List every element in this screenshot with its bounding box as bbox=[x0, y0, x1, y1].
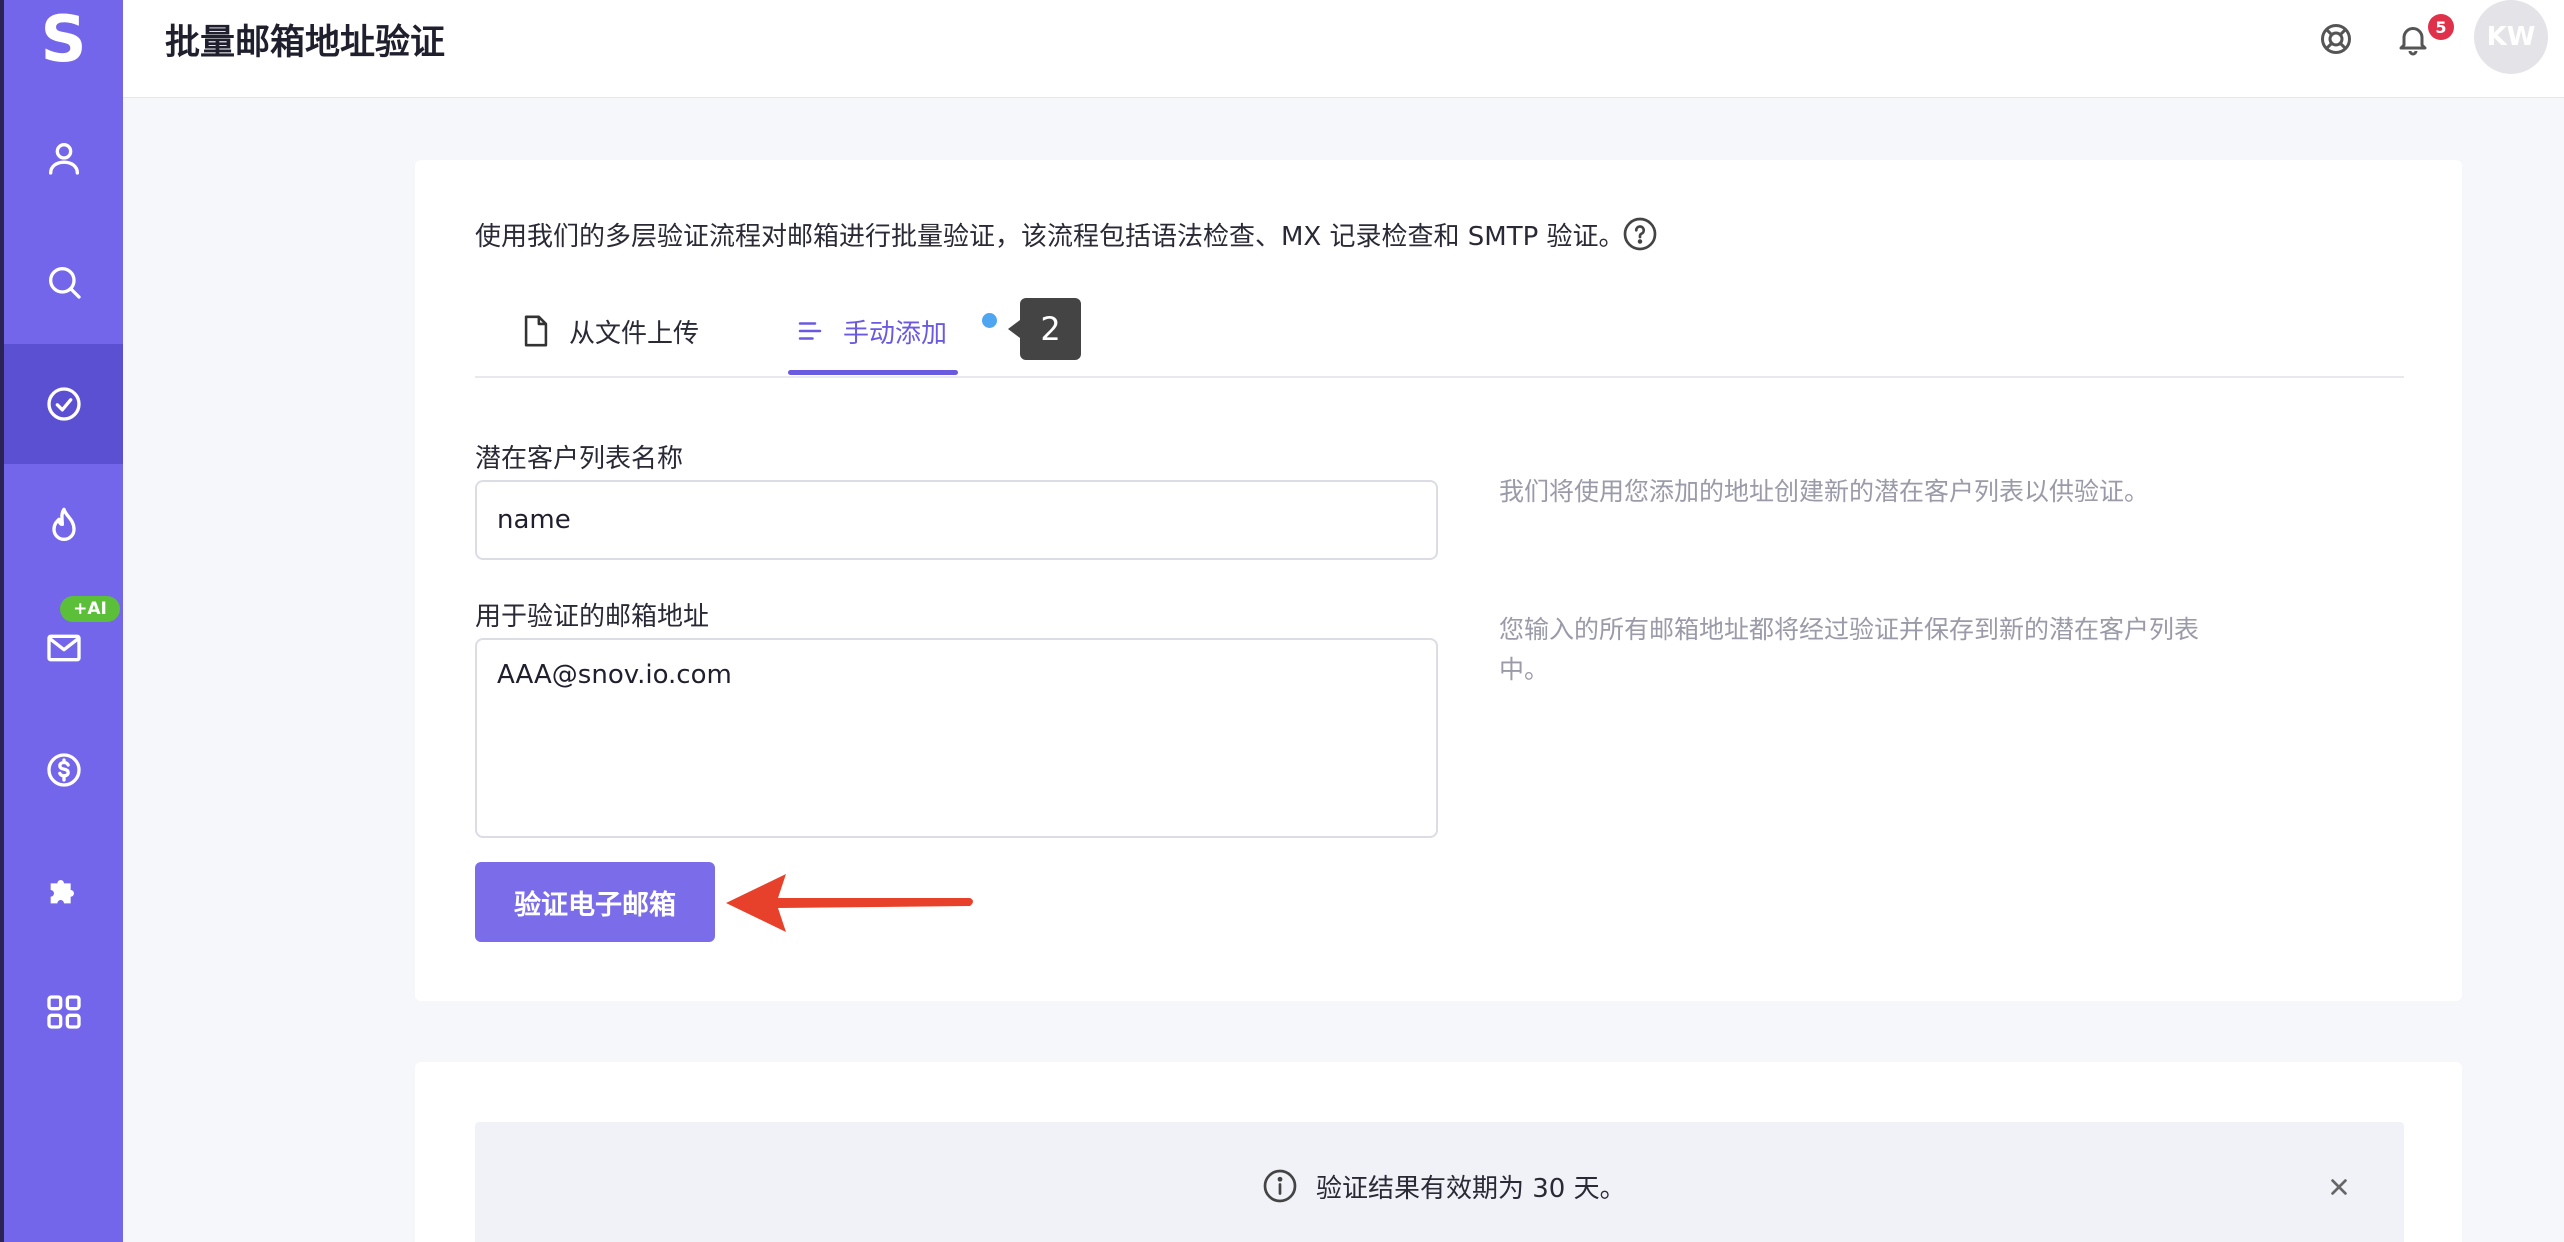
step-number-tooltip: 2 bbox=[1008, 298, 1081, 360]
verify-emails-button[interactable]: 验证电子邮箱 bbox=[475, 862, 715, 942]
list-name-hint: 我们将使用您添加的地址创建新的潜在客户列表以供验证。 bbox=[1499, 477, 2150, 506]
tab-manual-add-label: 手动添加 bbox=[843, 318, 948, 349]
bell-icon bbox=[2399, 27, 2427, 56]
verification-card bbox=[415, 160, 2462, 1001]
tab-upload-file-label: 从文件上传 bbox=[569, 318, 700, 349]
avatar[interactable]: KW bbox=[2474, 0, 2548, 74]
tab-manual-add[interactable]: 手动添加 bbox=[795, 306, 947, 356]
close-icon bbox=[2331, 1179, 2347, 1195]
sidebar-item-warmup[interactable] bbox=[4, 466, 123, 586]
active-tab-indicator bbox=[788, 370, 958, 375]
user-icon bbox=[48, 143, 79, 175]
flame-icon bbox=[51, 507, 76, 541]
close-notice-button[interactable] bbox=[2322, 1170, 2356, 1204]
emails-hint: 您输入的所有邮箱地址都将经过验证并保存到新的潜在客户列表中。 bbox=[1499, 615, 2200, 684]
emails-label: 用于验证的邮箱地址 bbox=[475, 602, 710, 632]
emails-value: AAA@snov.io.com bbox=[497, 660, 732, 690]
check-circle-icon bbox=[46, 387, 81, 421]
dollar-icon bbox=[46, 753, 81, 787]
help-center-button[interactable] bbox=[2315, 18, 2357, 60]
sidebar-item-integrations[interactable] bbox=[4, 830, 123, 950]
question-icon[interactable] bbox=[1622, 216, 1658, 252]
ai-badge: +AI bbox=[60, 596, 120, 622]
tabs-divider bbox=[475, 376, 2404, 378]
top-bar: 批量邮箱地址验证 bbox=[123, 0, 2564, 98]
mail-icon bbox=[46, 634, 81, 662]
notification-count-badge: 5 bbox=[2428, 14, 2454, 40]
list-name-value: name bbox=[497, 505, 571, 535]
sidebar-item-apps[interactable] bbox=[4, 952, 123, 1072]
sidebar-item-contacts[interactable] bbox=[4, 98, 123, 218]
sidebar-item-search[interactable] bbox=[4, 222, 123, 342]
notice-text: 验证结果有效期为 30 天。 bbox=[1316, 1174, 1626, 1204]
list-name-label: 潜在客户列表名称 bbox=[475, 444, 684, 474]
file-icon bbox=[524, 315, 548, 347]
list-name-input[interactable]: name bbox=[475, 480, 1438, 560]
red-arrow-annotation bbox=[726, 874, 973, 932]
list-icon bbox=[798, 322, 822, 340]
page-title: 批量邮箱地址验证 bbox=[165, 23, 446, 63]
app-logo[interactable]: S bbox=[4, 3, 123, 77]
sidebar: S +AI bbox=[4, 0, 123, 1242]
puzzle-icon bbox=[50, 880, 74, 904]
lifebuoy-icon bbox=[2321, 24, 2351, 54]
description-text: 使用我们的多层验证流程对邮箱进行批量验证，该流程包括语法检查、MX 记录检查和 … bbox=[475, 222, 1625, 252]
sidebar-item-deals[interactable] bbox=[4, 710, 123, 830]
tab-upload-file[interactable]: 从文件上传 bbox=[521, 306, 699, 356]
grid-icon bbox=[46, 995, 81, 1029]
sidebar-item-verify[interactable] bbox=[4, 344, 123, 464]
step-dot bbox=[982, 313, 997, 328]
info-icon bbox=[1262, 1168, 1298, 1204]
emails-textarea[interactable]: AAA@snov.io.com bbox=[475, 638, 1438, 838]
search-icon bbox=[48, 267, 81, 299]
